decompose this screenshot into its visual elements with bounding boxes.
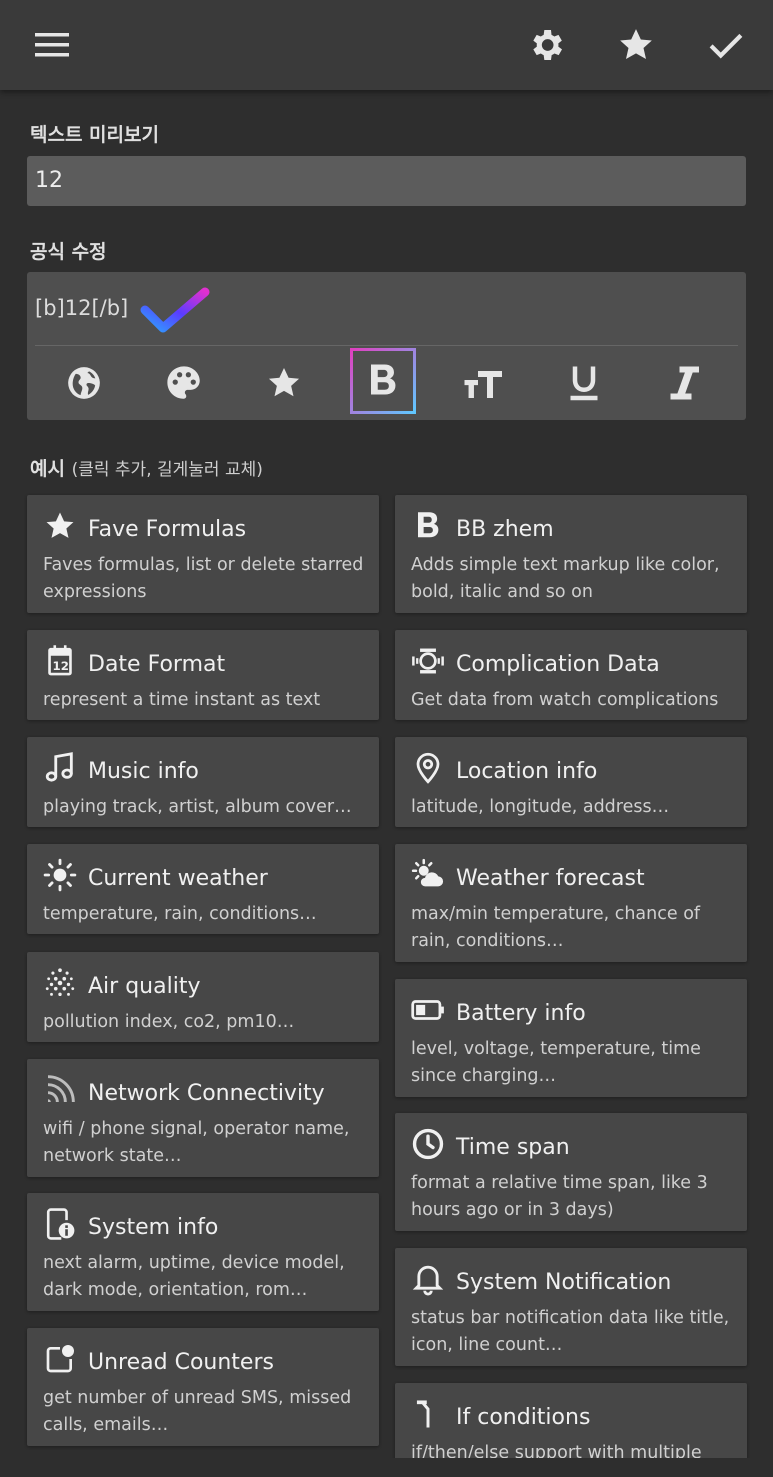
air-dots-icon xyxy=(43,966,77,1000)
formula-input[interactable]: [b]12[/b] xyxy=(35,296,128,320)
music-note-icon xyxy=(43,751,77,785)
card-time-span[interactable]: Time span format a relative time span, l… xyxy=(395,1113,747,1231)
card-desc: pollution index, co2, pm10… xyxy=(43,1012,295,1032)
examples-hint: (클릭 추가, 길게눌러 교체) xyxy=(71,460,263,480)
card-unread-counters[interactable]: Unread Counters get number of unread SMS… xyxy=(27,1328,379,1446)
card-music-info[interactable]: Music info playing track, artist, album … xyxy=(27,737,379,827)
bottom-edge xyxy=(0,1458,773,1477)
star-icon[interactable] xyxy=(613,22,659,68)
card-desc: wifi / phone signal, operator name, netw… xyxy=(43,1119,350,1166)
italic-icon[interactable] xyxy=(651,350,717,416)
clock-icon xyxy=(411,1127,445,1161)
card-desc: status bar notification data like title,… xyxy=(411,1308,730,1355)
card-title: System Notification xyxy=(456,1270,672,1295)
card-battery-info[interactable]: Battery info level, voltage, temperature… xyxy=(395,979,747,1097)
formula-divider xyxy=(35,345,738,346)
card-title: Location info xyxy=(456,759,598,784)
card-title: System info xyxy=(88,1215,219,1240)
card-weather-forecast[interactable]: Weather forecast max/min temperature, ch… xyxy=(395,844,747,962)
sun-icon xyxy=(43,858,77,892)
preview-label: 텍스트 미리보기 xyxy=(30,124,159,146)
formula-editor[interactable]: [b]12[/b] xyxy=(27,272,746,420)
device-info-icon xyxy=(43,1207,77,1241)
card-date-format[interactable]: 12 Date Format represent a time instant … xyxy=(27,630,379,720)
card-title: Unread Counters xyxy=(88,1350,274,1375)
bold-b-icon xyxy=(411,509,445,543)
card-desc: temperature, rain, conditions… xyxy=(43,904,317,924)
partly-cloudy-icon xyxy=(411,858,445,892)
app-bar xyxy=(0,0,773,90)
card-title: Network Connectivity xyxy=(88,1081,325,1106)
card-title: Current weather xyxy=(88,866,268,891)
star-icon xyxy=(43,509,77,543)
card-air-quality[interactable]: Air quality pollution index, co2, pm10… xyxy=(27,952,379,1042)
card-system-notification[interactable]: System Notification status bar notificat… xyxy=(395,1248,747,1366)
gear-icon[interactable] xyxy=(523,22,569,68)
menu-icon[interactable] xyxy=(29,22,75,68)
card-title: If conditions xyxy=(456,1405,591,1430)
watch-icon xyxy=(411,644,445,678)
checkmark-logo-icon xyxy=(139,284,213,340)
card-desc: level, voltage, temperature, time since … xyxy=(411,1039,701,1086)
examples-label: 예시 (클릭 추가, 길게눌러 교체) xyxy=(30,454,263,481)
unread-badge-icon xyxy=(43,1342,77,1376)
palette-icon[interactable] xyxy=(151,350,217,416)
card-desc: format a relative time span, like 3 hour… xyxy=(411,1173,708,1220)
card-desc: playing track, artist, album cover… xyxy=(43,797,352,817)
text-size-icon[interactable] xyxy=(451,350,517,416)
card-location-info[interactable]: Location info latitude, longitude, addre… xyxy=(395,737,747,827)
card-title: Weather forecast xyxy=(456,866,645,891)
card-title: Time span xyxy=(456,1135,570,1160)
card-current-weather[interactable]: Current weather temperature, rain, condi… xyxy=(27,844,379,934)
card-title: Air quality xyxy=(88,974,201,999)
check-icon[interactable] xyxy=(703,22,749,68)
preview-field[interactable]: 12 xyxy=(27,156,746,206)
card-network-connectivity[interactable]: Network Connectivity wifi / phone signal… xyxy=(27,1059,379,1177)
card-desc: next alarm, uptime, device model, dark m… xyxy=(43,1253,345,1300)
card-title: Battery info xyxy=(456,1001,586,1026)
card-complication-data[interactable]: Complication Data Get data from watch co… xyxy=(395,630,747,720)
card-desc: Adds simple text markup like color, bold… xyxy=(411,555,720,602)
underline-icon[interactable] xyxy=(551,350,617,416)
bold-icon[interactable] xyxy=(350,348,416,414)
globe-icon[interactable] xyxy=(51,350,117,416)
card-title: Date Format xyxy=(88,652,226,677)
card-desc: latitude, longitude, address… xyxy=(411,797,670,817)
card-system-info[interactable]: System info next alarm, uptime, device m… xyxy=(27,1193,379,1311)
branch-icon xyxy=(411,1397,445,1431)
formula-label: 공식 수정 xyxy=(30,241,107,263)
card-bb-zhem[interactable]: BB zhem Adds simple text markup like col… xyxy=(395,495,747,613)
svg-text:12: 12 xyxy=(53,659,69,673)
card-title: Fave Formulas xyxy=(88,517,247,542)
signal-icon xyxy=(43,1073,77,1107)
calendar-icon: 12 xyxy=(43,644,77,678)
card-desc: max/min temperature, chance of rain, con… xyxy=(411,904,701,951)
card-desc: Get data from watch complications xyxy=(411,690,719,710)
card-title: Music info xyxy=(88,759,199,784)
card-desc: Faves formulas, list or delete starred e… xyxy=(43,555,364,602)
preview-value: 12 xyxy=(35,168,63,193)
card-title: Complication Data xyxy=(456,652,660,677)
card-fave-formulas[interactable]: Fave Formulas Faves formulas, list or de… xyxy=(27,495,379,613)
card-desc: get number of unread SMS, missed calls, … xyxy=(43,1388,352,1435)
star-icon[interactable] xyxy=(251,350,317,416)
card-desc: represent a time instant as text xyxy=(43,690,321,710)
battery-icon xyxy=(411,993,445,1027)
examples-title: 예시 xyxy=(30,458,65,480)
bell-icon xyxy=(411,1262,445,1296)
card-title: BB zhem xyxy=(456,517,554,542)
location-pin-icon xyxy=(411,751,445,785)
